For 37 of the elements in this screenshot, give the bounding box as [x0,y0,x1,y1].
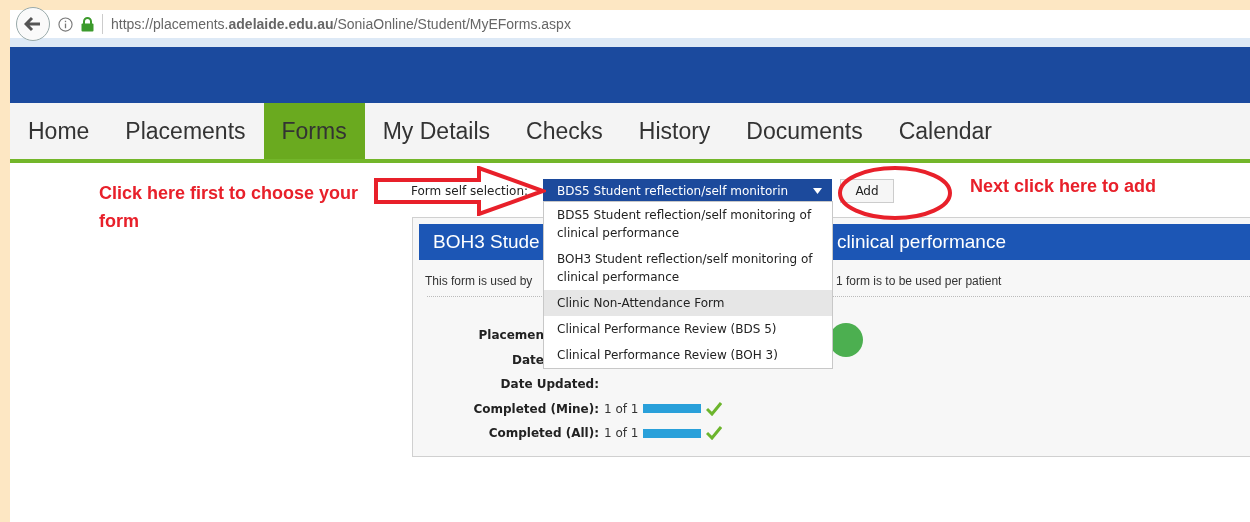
field-label: Date Updated: [499,377,599,392]
field-value: 1 of 1 [604,426,639,441]
info-icon[interactable] [58,16,73,32]
nav-tab[interactable]: History [620,103,729,159]
menu-option[interactable]: Clinical Performance Review (BOH 3) [544,342,832,368]
description-text: 1 form is to be used per patient [836,274,1002,288]
menu-option[interactable]: BOH3 Student reflection/self monitoring of clinical performance [544,246,832,290]
progress-bar [643,428,702,438]
menu-option[interactable]: Clinical Performance Review (BDS 5) [544,316,832,342]
menu-option[interactable]: Clinic Non-Attendance Form [544,290,832,316]
nav-tab[interactable]: Placements [107,103,264,159]
url-text[interactable]: https://placements.adelaide.edu.au/SoniaOnline/Student/MyEForms.aspx [111,16,571,32]
progress-bar [643,404,702,414]
description-text: This form is used by [425,274,533,288]
nav-tab[interactable]: Documents [728,103,881,159]
lock-icon [81,16,94,32]
field-label: Form self selection: [411,183,530,198]
annotation-text: Next click here to add [970,176,1157,197]
nav-tab[interactable]: Forms [263,103,365,159]
field-label: Completed (All): [487,426,599,441]
caret-icon [813,187,822,194]
field-label: Completed (Mine): [472,401,599,416]
panel-title: BOH3 Stude [433,231,540,253]
field-value: 1 of 1 [604,401,639,416]
add-button[interactable]: Add [840,178,894,203]
nav-tab[interactable]: My Details [364,103,509,159]
nav-tab[interactable]: Home [10,103,108,159]
field-label: Placemen [477,328,544,343]
back-arrow-icon [24,16,42,32]
nav-tab[interactable]: Checks [508,103,621,159]
nav-tab[interactable]: Calendar [880,103,1010,159]
panel-title: clinical performance [837,231,1006,253]
form-select-dropdown[interactable]: BDS5 Student reflection/self monitorin [543,178,832,203]
back-button[interactable] [16,7,50,41]
field-label: Date [511,352,544,367]
menu-option[interactable]: BDS5 Student reflection/self monitoring of clinical performance [544,202,832,246]
annotation-text: Click here first to choose your form [99,182,360,233]
